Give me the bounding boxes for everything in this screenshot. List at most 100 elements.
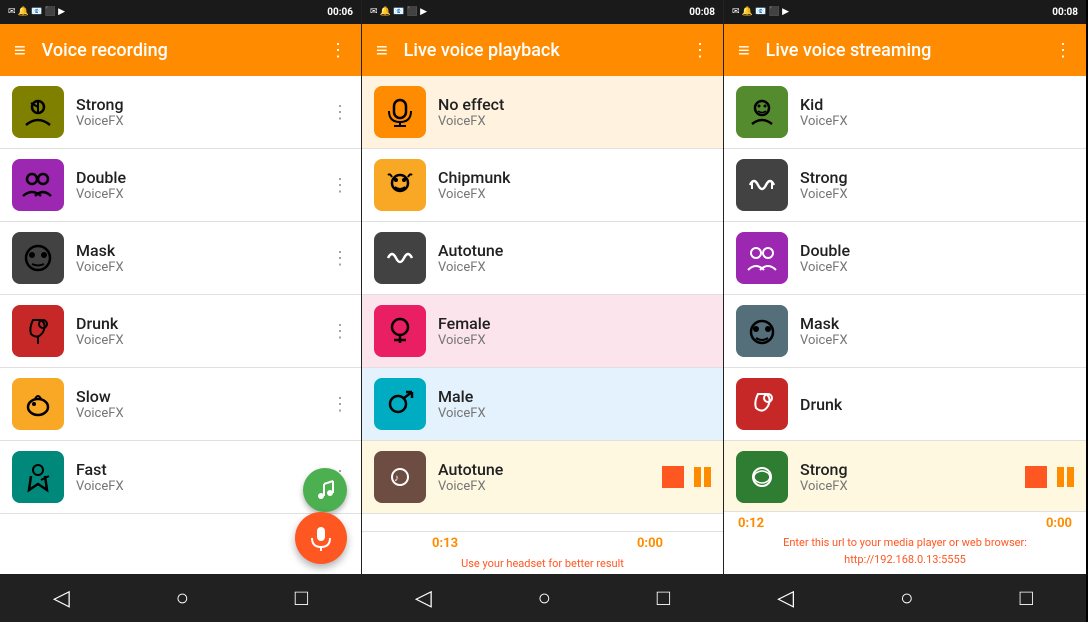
effect-icon-chipmunk	[374, 159, 426, 211]
stream-stop-button[interactable]	[1025, 466, 1047, 488]
effect-text-male: Male VoiceFX	[438, 387, 711, 421]
effect-sub: VoiceFX	[438, 479, 662, 494]
list-item[interactable]: Double VoiceFX ⋮	[0, 149, 361, 222]
effect-name: Mask	[800, 314, 1074, 333]
home-button-3[interactable]: ○	[900, 585, 913, 611]
stream-playing-time: 0:12	[738, 516, 764, 531]
list-item[interactable]: Strong VoiceFX ⋮	[0, 76, 361, 149]
item-more-icon[interactable]: ⋮	[331, 175, 349, 196]
effect-sub: VoiceFX	[800, 333, 1074, 348]
playback-controls	[662, 466, 711, 488]
effect-icon-slow	[12, 378, 64, 430]
fab-music-button[interactable]	[303, 468, 347, 512]
stream-pause-button[interactable]	[1057, 467, 1074, 487]
list-item[interactable]: Mask VoiceFX	[724, 295, 1086, 368]
effect-text-chipmunk: Chipmunk VoiceFX	[438, 168, 711, 202]
effect-icon-double2	[736, 232, 788, 284]
playback-panel: No effect VoiceFX Chipmunk VoiceFX A	[362, 76, 723, 574]
effect-name: Chipmunk	[438, 168, 711, 187]
nav-bar-2: ◁ ○ □	[362, 574, 723, 622]
playback-hint: Use your headset for better result	[362, 553, 723, 574]
hamburger-icon-2[interactable]: ≡	[376, 38, 388, 63]
back-button-2[interactable]: ◁	[415, 586, 432, 611]
end-time: 0:00	[637, 536, 663, 551]
home-button-1[interactable]: ○	[176, 585, 189, 611]
more-menu-icon-1[interactable]: ⋮	[329, 40, 347, 61]
status-bar-3: ✉ 🔔 📧 ⬛ ▶ 00:08	[724, 0, 1086, 24]
list-panel-1: Strong VoiceFX ⋮ Double VoiceFX ⋮	[0, 76, 361, 574]
stop-button[interactable]	[662, 466, 684, 488]
stream-url: http://192.168.0.13:5555	[844, 553, 966, 566]
home-button-2[interactable]: ○	[538, 585, 551, 611]
item-more-icon[interactable]: ⋮	[331, 248, 349, 269]
effect-name: Kid	[800, 95, 1074, 114]
recent-button-3[interactable]: □	[1020, 585, 1033, 611]
back-button-1[interactable]: ◁	[53, 586, 70, 611]
list-item-streaming-playing[interactable]: Strong VoiceFX	[724, 441, 1086, 511]
status-bar-1: ✉ 🔔 📧 ⬛ ▶ 00:06	[0, 0, 361, 24]
stream-time-row: 0:12 0:00	[738, 516, 1072, 531]
effect-name: Mask	[76, 241, 331, 260]
effect-icon-strong2	[736, 159, 788, 211]
effect-sub: VoiceFX	[800, 479, 1025, 494]
effect-sub: VoiceFX	[76, 187, 331, 202]
effect-icon-mask2	[736, 305, 788, 357]
effect-text-drunk: Drunk VoiceFX	[76, 314, 331, 348]
effect-icon-kid	[736, 86, 788, 138]
effect-name: Drunk	[800, 395, 1074, 414]
app-title-2: Live voice playback	[404, 40, 691, 61]
effect-icon-strong3	[736, 451, 788, 503]
back-button-3[interactable]: ◁	[777, 586, 794, 611]
app-bar-2: ≡ Live voice playback ⋮	[362, 24, 723, 76]
list-item-playing[interactable]: ♪ Autotune VoiceFX	[362, 441, 723, 514]
fab-mic-button[interactable]	[295, 512, 347, 564]
list-item[interactable]: No effect VoiceFX	[362, 76, 723, 149]
list-item[interactable]: Female VoiceFX	[362, 295, 723, 368]
effects-list-2: No effect VoiceFX Chipmunk VoiceFX A	[362, 76, 723, 531]
hamburger-icon-1[interactable]: ≡	[14, 38, 26, 63]
list-item[interactable]: Drunk	[724, 368, 1086, 441]
effect-sub: VoiceFX	[438, 187, 711, 202]
hamburger-icon-3[interactable]: ≡	[738, 38, 750, 63]
status-icons-left-3: ✉ 🔔 📧 ⬛ ▶	[732, 7, 789, 17]
effect-icon-drunk	[12, 305, 64, 357]
recent-button-2[interactable]: □	[657, 585, 670, 611]
item-more-icon[interactable]: ⋮	[331, 321, 349, 342]
list-item[interactable]: Drunk VoiceFX ⋮	[0, 295, 361, 368]
effect-name: Male	[438, 387, 711, 406]
list-item[interactable]: Chipmunk VoiceFX	[362, 149, 723, 222]
effect-text-double2: Double VoiceFX	[800, 241, 1074, 275]
more-menu-icon-2[interactable]: ⋮	[691, 40, 709, 61]
effect-text-no-effect: No effect VoiceFX	[438, 95, 711, 129]
effect-icon-autotune2: ♪	[374, 451, 426, 503]
stream-pause-bar-left	[1057, 467, 1064, 487]
pause-button[interactable]	[694, 467, 711, 487]
effect-sub: VoiceFX	[76, 114, 331, 129]
status-time-1: 00:06	[327, 7, 353, 18]
list-item[interactable]: Autotune VoiceFX	[362, 222, 723, 295]
recent-button-1[interactable]: □	[295, 585, 308, 611]
playback-footer: 0:13 0:00 Use your headset for better re…	[362, 531, 723, 574]
list-item[interactable]: Kid VoiceFX	[724, 76, 1086, 149]
effect-text-drunk2: Drunk	[800, 395, 1074, 414]
more-menu-icon-3[interactable]: ⋮	[1054, 40, 1072, 61]
app-bar-1: ≡ Voice recording ⋮	[0, 24, 361, 76]
effect-sub: VoiceFX	[800, 187, 1074, 202]
effect-icon-autotune	[374, 232, 426, 284]
item-more-icon[interactable]: ⋮	[331, 394, 349, 415]
list-item[interactable]: Male VoiceFX	[362, 368, 723, 441]
list-item[interactable]: Double VoiceFX	[724, 222, 1086, 295]
effect-text-mask2: Mask VoiceFX	[800, 314, 1074, 348]
item-more-icon[interactable]: ⋮	[331, 102, 349, 123]
effect-sub: VoiceFX	[76, 406, 331, 421]
effect-icon-fast	[12, 451, 64, 503]
effect-name: Double	[76, 168, 331, 187]
list-item[interactable]: Slow VoiceFX ⋮	[0, 368, 361, 441]
status-time-3: 00:08	[1052, 7, 1078, 18]
list-item[interactable]: Strong VoiceFX	[724, 149, 1086, 222]
stream-pause-bar-right	[1067, 467, 1074, 487]
effect-text-mask: Mask VoiceFX	[76, 241, 331, 275]
list-item[interactable]: Mask VoiceFX ⋮	[0, 222, 361, 295]
effect-text-autotune: Autotune VoiceFX	[438, 241, 711, 275]
effect-name: Slow	[76, 387, 331, 406]
